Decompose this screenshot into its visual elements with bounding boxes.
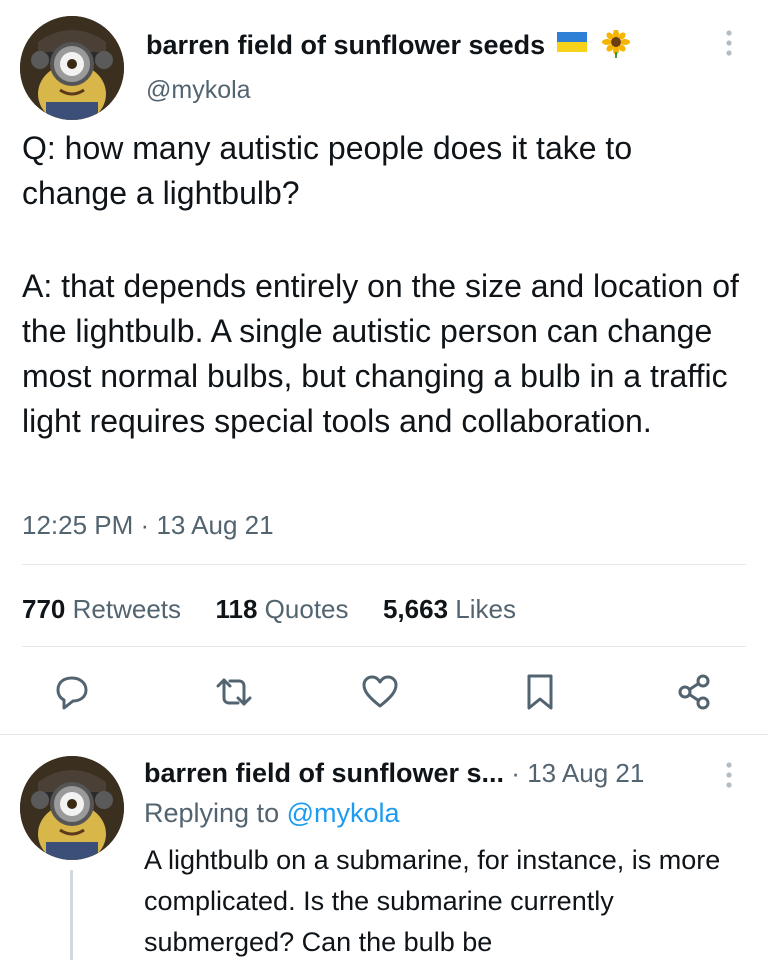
- reply-author-avatar[interactable]: [20, 756, 124, 860]
- thread-line: [70, 870, 73, 960]
- tweet-stats: 770 Retweets 118 Quotes 5,663 Likes: [22, 594, 516, 625]
- likes-count: 5,663: [382, 594, 449, 624]
- retweets-stat[interactable]: 770 Retweets: [22, 594, 181, 624]
- ukraine-flag-icon: [556, 28, 587, 52]
- replying-to: Replying to @mykola: [144, 798, 400, 829]
- reply-meta-separator: ·: [511, 758, 520, 788]
- quotes-label: Quotes: [264, 594, 349, 624]
- retweets-label: Retweets: [72, 594, 182, 624]
- retweets-count: 770: [22, 594, 66, 624]
- quotes-stat[interactable]: 118 Quotes: [215, 594, 348, 624]
- tweet-meta-separator: ·: [140, 510, 150, 540]
- author-name[interactable]: barren field of sunflower seeds: [146, 30, 545, 60]
- tweet-question: Q: how many autistic people does it take…: [22, 130, 633, 211]
- replying-to-handle[interactable]: @mykola: [287, 798, 400, 828]
- reply-header: barren field of sunflower s... · 13 Aug …: [144, 758, 644, 789]
- tweet-timestamp[interactable]: 12:25 PM · 13 Aug 21: [22, 510, 274, 541]
- likes-label: Likes: [455, 594, 516, 624]
- minion-avatar-image: [20, 756, 124, 860]
- reply-date[interactable]: 13 Aug 21: [527, 758, 644, 788]
- author-name-row[interactable]: barren field of sunflower seeds: [146, 28, 631, 61]
- reply-author-name[interactable]: barren field of sunflower s...: [144, 758, 504, 788]
- tweet-time: 12:25 PM: [22, 510, 134, 540]
- replying-to-prefix: Replying to: [144, 798, 280, 828]
- divider-middle: [22, 646, 746, 647]
- share-icon[interactable]: [672, 670, 716, 714]
- author-avatar[interactable]: [20, 16, 124, 120]
- tweet-date: 13 Aug 21: [156, 510, 274, 540]
- retweet-icon[interactable]: [212, 670, 256, 714]
- reply-text: A lightbulb on a submarine, for instance…: [144, 845, 721, 957]
- reply-icon[interactable]: [50, 670, 94, 714]
- minion-avatar-image: [20, 16, 124, 120]
- divider-bottom: [0, 734, 768, 735]
- reply-more-options-icon[interactable]: [722, 760, 736, 790]
- bookmark-icon[interactable]: [518, 670, 562, 714]
- like-icon[interactable]: [358, 670, 402, 714]
- sunflower-icon: [602, 29, 631, 58]
- likes-stat[interactable]: 5,663 Likes: [383, 594, 516, 624]
- quotes-count: 118: [215, 594, 258, 624]
- tweet-answer: A: that depends entirely on the size and…: [22, 268, 739, 439]
- more-options-icon[interactable]: [722, 28, 736, 58]
- author-handle[interactable]: @mykola: [146, 76, 251, 105]
- divider-top: [22, 564, 746, 565]
